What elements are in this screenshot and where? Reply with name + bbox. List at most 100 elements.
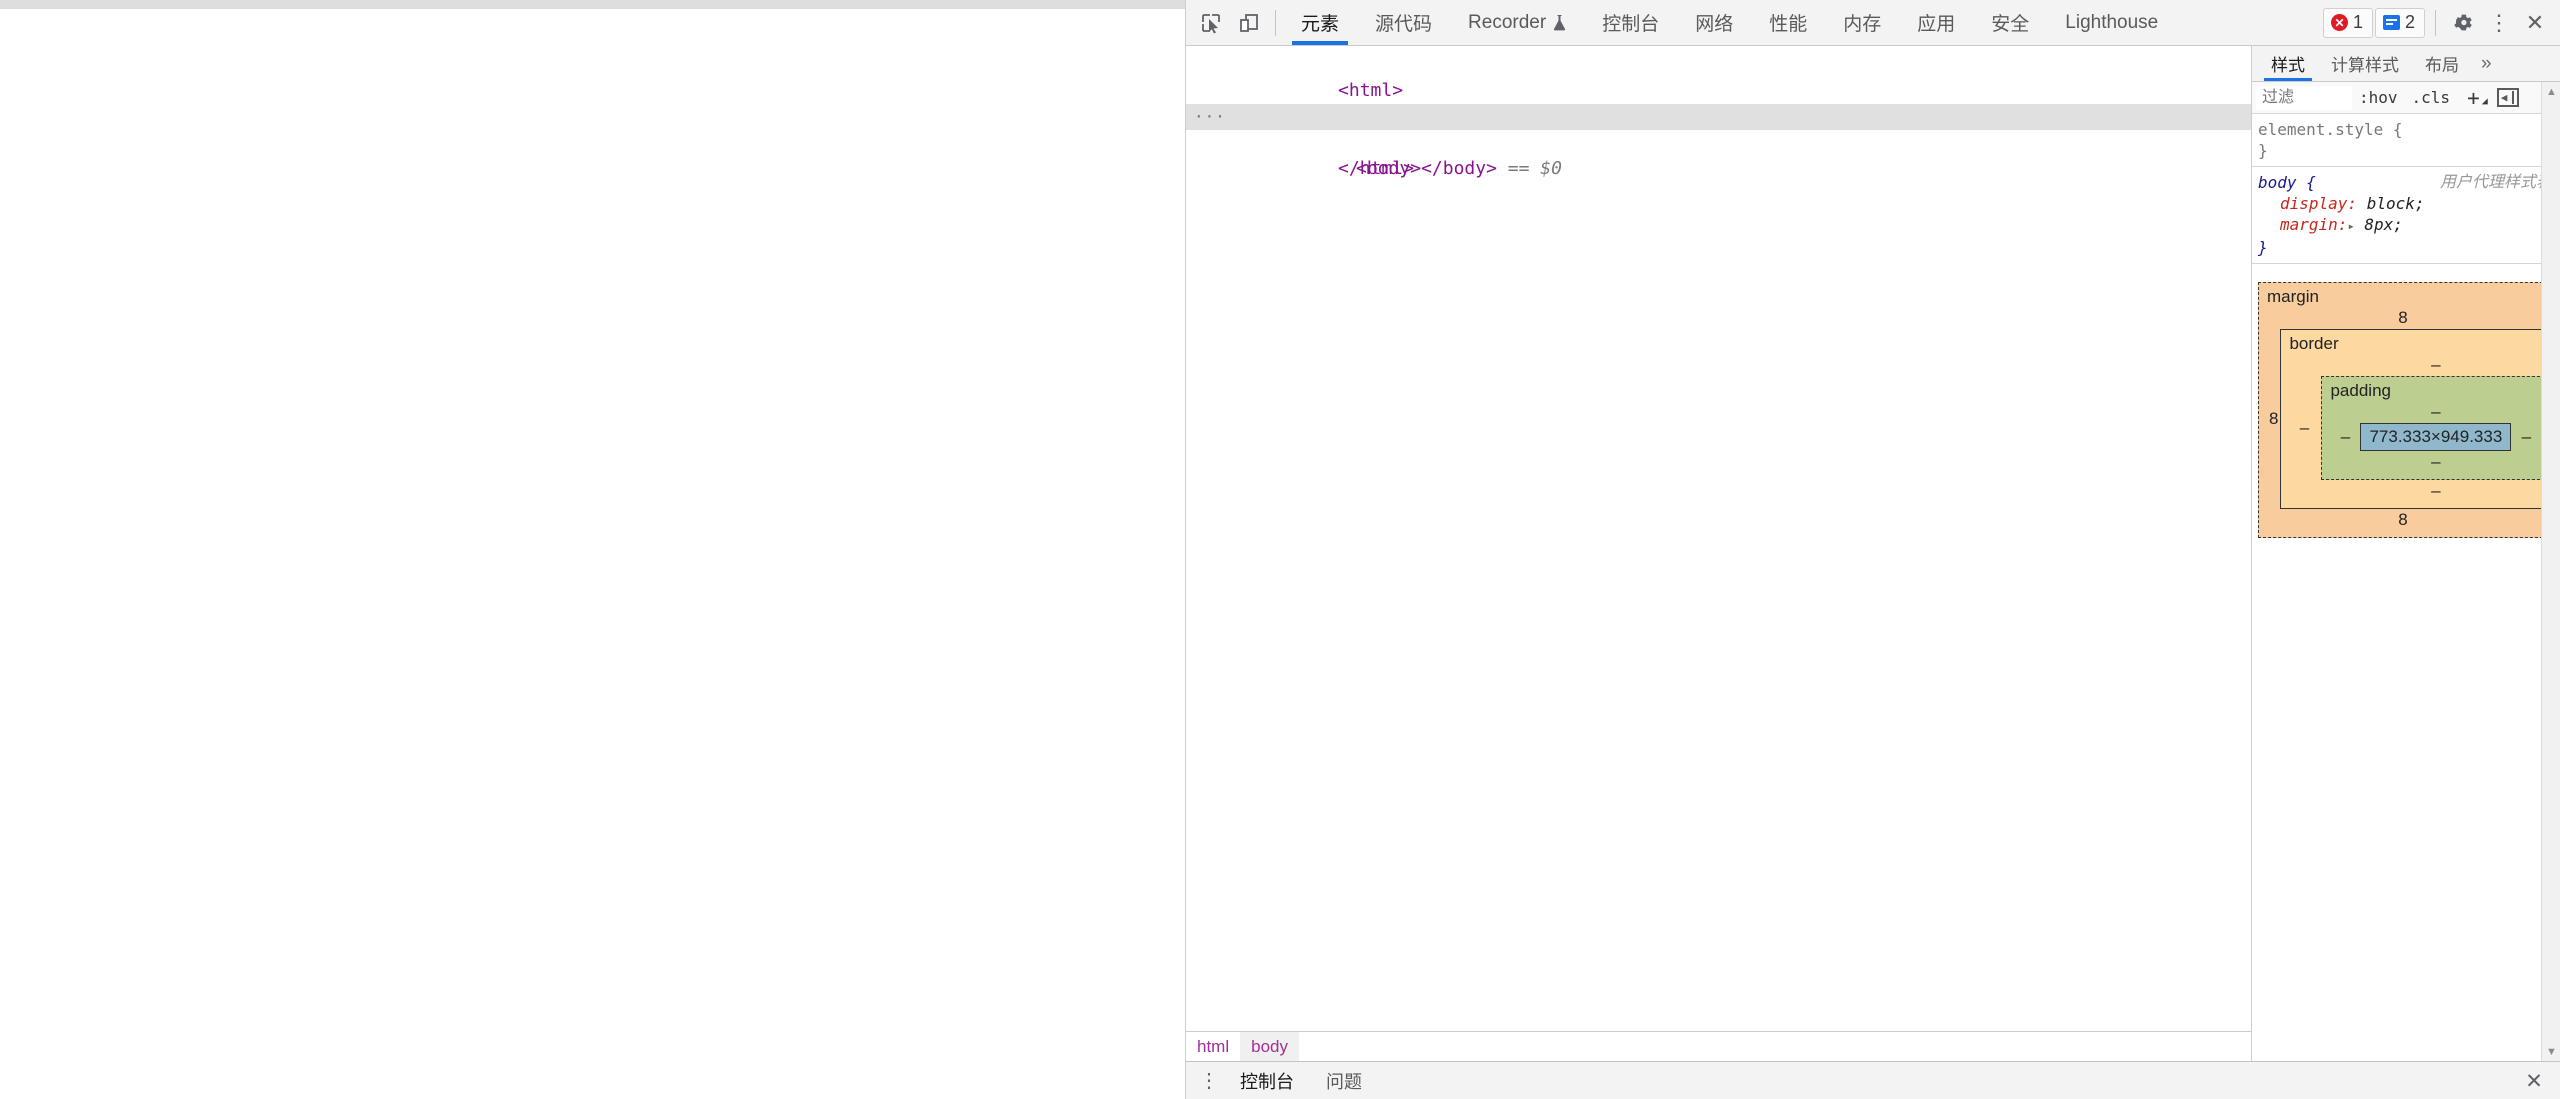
border-left-value[interactable]: – [2289, 376, 2319, 480]
styles-scrollbar[interactable]: ▲ ▼ [2541, 82, 2560, 1061]
tab-memory[interactable]: 内存 [1825, 0, 1899, 45]
close-icon[interactable]: ✕ [2518, 6, 2552, 40]
declaration-display[interactable]: display: block; [2258, 193, 2560, 214]
warning-count-badge[interactable]: 2 [2374, 7, 2425, 38]
dom-node-html-close[interactable]: </html> [1186, 130, 2251, 179]
tab-styles[interactable]: 样式 [2258, 46, 2318, 81]
breadcrumb-item-html[interactable]: html [1186, 1032, 1240, 1062]
cls-label: .cls [2411, 88, 2451, 107]
devtools-main-split: <html> <head></head> ··· <body></body> =… [1186, 46, 2560, 1062]
dom-node-head[interactable]: <head></head> [1186, 78, 2251, 127]
tab-application[interactable]: 应用 [1899, 0, 1973, 45]
tab-performance[interactable]: 性能 [1751, 0, 1825, 45]
box-model-border[interactable]: border – – padding – – 773.333×949.333 –… [2280, 329, 2560, 509]
tab-styles-label: 样式 [2271, 56, 2305, 75]
tab-elements[interactable]: 元素 [1283, 0, 1357, 45]
message-icon [2382, 15, 2400, 30]
hov-label: :hov [2359, 88, 2398, 107]
box-model-padding[interactable]: padding – – 773.333×949.333 – – [2321, 376, 2551, 480]
declaration-margin-disclosure-icon[interactable]: ▸ [2347, 219, 2354, 233]
toolbar-divider [1275, 9, 1276, 36]
viewport-top-strip [0, 0, 1185, 9]
tab-network[interactable]: 网络 [1677, 0, 1751, 45]
tab-computed[interactable]: 计算样式 [2318, 46, 2412, 81]
declaration-margin[interactable]: margin:▸ 8px; [2258, 214, 2560, 237]
dom-tree: <html> <head></head> ··· <body></body> =… [1186, 46, 2251, 1031]
padding-right-value[interactable]: – [2511, 423, 2541, 451]
padding-bottom-value[interactable]: – [2330, 451, 2541, 473]
inspect-cursor-icon[interactable] [1192, 4, 1230, 42]
error-icon: ✕ [2330, 14, 2348, 31]
tab-network-label: 网络 [1695, 14, 1734, 35]
tab-sources-label: 源代码 [1375, 14, 1433, 35]
tab-lighthouse[interactable]: Lighthouse [2047, 0, 2176, 45]
tab-recorder-label: Recorder [1468, 11, 1547, 33]
gear-icon[interactable] [2446, 6, 2480, 40]
padding-left-value[interactable]: – [2330, 423, 2360, 451]
new-style-rule-caret-icon[interactable]: ◢ [2482, 96, 2488, 107]
new-style-rule-button[interactable]: + [2457, 86, 2484, 110]
devtools-tabbar: 元素 源代码 Recorder 控制台 网络 性能 内存 应用 安全 Light… [1186, 0, 2560, 46]
breadcrumb-item-body[interactable]: body [1240, 1031, 1299, 1062]
styles-sidebar: 样式 计算样式 布局 » :hov .cls + ◢ ◀ element.sty… [2252, 46, 2560, 1061]
box-model-padding-label: padding [2330, 381, 2391, 400]
kebab-menu-icon[interactable]: ⋮ [2482, 6, 2516, 40]
margin-bottom-value[interactable]: 8 [2269, 509, 2537, 531]
margin-top-value[interactable]: 8 [2269, 307, 2537, 329]
tab-layout[interactable]: 布局 [2412, 46, 2472, 81]
toolbar-right-actions: ✕ 1 2 ⋮ ✕ [2322, 0, 2552, 45]
sidebar-toggle-icon[interactable]: ◀ [2496, 88, 2519, 107]
box-model-content-size[interactable]: 773.333×949.333 [2360, 423, 2512, 451]
tab-security[interactable]: 安全 [1973, 0, 2047, 45]
devtools-window: 元素 源代码 Recorder 控制台 网络 性能 内存 应用 安全 Light… [0, 0, 2560, 1099]
scrollbar-up-arrow[interactable]: ▲ [2542, 82, 2560, 101]
body-rule-close: } [2258, 238, 2268, 257]
dom-node-html-open[interactable]: <html> [1186, 52, 2251, 101]
tab-sources[interactable]: 源代码 [1357, 0, 1450, 45]
elements-pane: <html> <head></head> ··· <body></body> =… [1186, 46, 2252, 1062]
cls-toggle-button[interactable]: .cls [2405, 88, 2458, 107]
element-style-rule[interactable]: element.style { } [2252, 114, 2560, 167]
error-count-value: 1 [2352, 12, 2363, 32]
page-viewport [0, 0, 1185, 1099]
box-model-margin-label: margin [2267, 287, 2319, 306]
body-ua-rule[interactable]: 用户代理样式表 body { display: block; margin:▸ … [2252, 167, 2560, 264]
tab-recorder[interactable]: Recorder [1450, 0, 1584, 45]
tab-elements-label: 元素 [1301, 14, 1340, 35]
drawer-tab-console[interactable]: 控制台 [1224, 1062, 1310, 1099]
dom-node-body-suffix: == $0 [1507, 158, 1562, 179]
border-top-value[interactable]: – [2289, 354, 2560, 376]
padding-top-value[interactable]: – [2330, 401, 2541, 423]
dom-node-collapse-ellipsis[interactable]: ··· [1194, 104, 1226, 130]
declaration-margin-prop: margin: [2280, 215, 2348, 234]
hov-toggle-button[interactable]: :hov [2352, 88, 2405, 107]
viewport-content [0, 9, 1185, 1099]
drawer-tab-issues[interactable]: 问题 [1310, 1062, 1378, 1099]
tab-computed-label: 计算样式 [2331, 56, 2399, 75]
breadcrumb-item-html-label: html [1197, 1036, 1230, 1056]
breadcrumb: html body [1186, 1031, 2251, 1062]
more-tabs-chevron-icon[interactable]: » [2472, 46, 2501, 81]
drawer-tab-issues-label: 问题 [1326, 1071, 1362, 1092]
box-model-margin[interactable]: margin 8 8 border – – padding – – 773.33… [2258, 282, 2560, 538]
tab-console-label: 控制台 [1602, 14, 1660, 35]
tab-security-label: 安全 [1991, 14, 2030, 35]
styles-filter-input[interactable] [2256, 85, 2352, 110]
scrollbar-down-arrow[interactable]: ▼ [2542, 1042, 2560, 1061]
tab-console[interactable]: 控制台 [1584, 0, 1677, 45]
declaration-margin-value: 8px; [2364, 215, 2403, 234]
error-count-badge[interactable]: ✕ 1 [2322, 7, 2373, 38]
tab-lighthouse-label: Lighthouse [2065, 11, 2159, 33]
tab-layout-label: 布局 [2425, 56, 2459, 75]
plus-label: + [2467, 85, 2480, 110]
border-bottom-value[interactable]: – [2289, 480, 2560, 502]
element-style-close: } [2258, 141, 2268, 160]
flask-icon [1553, 14, 1566, 31]
drawer-close-icon[interactable]: ✕ [2518, 1062, 2550, 1099]
dom-node-body[interactable]: ··· <body></body> == $0 [1186, 104, 2251, 179]
more-tabs-label: » [2481, 52, 2492, 74]
dom-node-html-close-text: </html> [1338, 158, 1414, 179]
device-toolbar-icon[interactable] [1230, 4, 1268, 42]
drawer-kebab-menu-icon[interactable]: ⋮ [1194, 1066, 1224, 1096]
margin-left-value[interactable]: 8 [2269, 329, 2278, 509]
